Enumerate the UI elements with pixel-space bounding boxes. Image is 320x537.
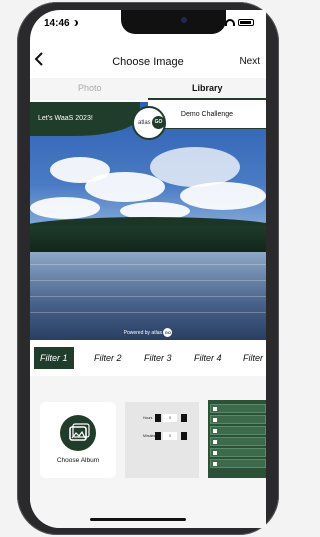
wifi-icon [225, 19, 235, 26]
album-tray: Choose Album Hours 0 Minutes 0 [30, 376, 266, 528]
thumb-form-row: Hours 0 [125, 412, 199, 424]
camera-dot [181, 17, 187, 23]
banner-left: Let's WaaS 2023! [30, 102, 140, 136]
photo-album-icon [69, 423, 90, 441]
thumb-form-row: Minutes 0 [125, 430, 199, 442]
battery-icon [238, 19, 254, 26]
gallery-thumbnail[interactable]: Hours 0 Minutes 0 [125, 402, 199, 478]
screen: 14:46 Choose Image Next Photo Library Le… [30, 10, 266, 528]
filter-5[interactable]: Filter [237, 347, 266, 369]
filter-2[interactable]: Filter 2 [88, 347, 128, 369]
filter-3[interactable]: Filter 3 [138, 347, 178, 369]
choose-album-label: Choose Album [56, 457, 100, 464]
lake-water [30, 252, 266, 340]
logo-word: atlas [138, 120, 151, 126]
challenge-name: Demo Challenge [180, 111, 234, 118]
tab-active-indicator [148, 98, 266, 100]
status-time: 14:46 [44, 18, 78, 29]
filter-1[interactable]: Filter 1 [34, 347, 74, 369]
page-title: Choose Image [112, 56, 184, 68]
tab-library[interactable]: Library [192, 83, 223, 93]
notch [121, 10, 226, 34]
cloud [30, 197, 100, 219]
nav-bar: Choose Image Next [30, 46, 266, 76]
banner-left-text: Let's WaaS 2023! [38, 115, 93, 122]
watermark: Powered by atlas GO [30, 328, 266, 337]
atlas-go-logo: atlas GO [132, 106, 166, 140]
album-icon-circle [60, 415, 96, 451]
moon-icon [72, 20, 78, 26]
source-tabs: Photo Library [30, 78, 266, 100]
watermark-text: Powered by atlas [123, 329, 162, 336]
cloud [85, 172, 165, 202]
cloud [150, 147, 240, 187]
tab-photo[interactable]: Photo [78, 83, 102, 93]
filter-4[interactable]: Filter 4 [188, 347, 228, 369]
watermark-go: GO [163, 328, 173, 337]
next-button[interactable]: Next [239, 56, 260, 67]
logo-go: GO [152, 116, 165, 129]
cloud [180, 182, 266, 210]
choose-album-button[interactable]: Choose Album [40, 402, 116, 478]
gallery-thumbnail[interactable] [208, 400, 266, 478]
home-indicator[interactable] [90, 518, 186, 521]
filter-strip: Filter 1 Filter 2 Filter 3 Filter 4 Filt… [30, 340, 266, 376]
